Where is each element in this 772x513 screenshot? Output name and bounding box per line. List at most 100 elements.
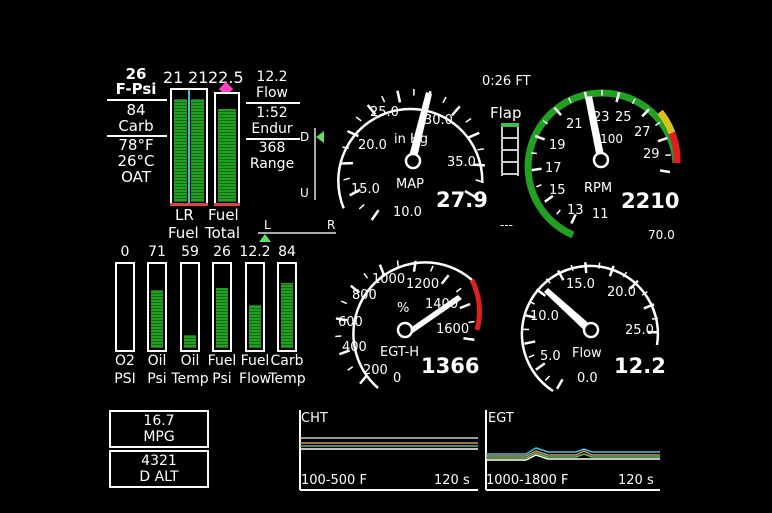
engine-bar-fill — [216, 287, 228, 348]
flow-tick-5: 5.0 — [540, 349, 561, 364]
rpm-tick-25: 25 — [615, 110, 632, 125]
map-value: 27.9 — [436, 188, 488, 212]
rpm-value: 2210 — [621, 189, 679, 213]
gauge-tick — [584, 262, 588, 274]
map-label: MAP — [396, 177, 424, 192]
gauge-tick — [412, 260, 417, 272]
engine-bar — [147, 262, 167, 352]
gauge-tick — [468, 320, 475, 324]
flow-tick-15: 15.0 — [566, 277, 595, 292]
engine-bar — [212, 262, 232, 352]
gauge-tick — [659, 169, 671, 174]
rpm-label: RPM — [584, 181, 612, 196]
gauge-tick — [556, 209, 561, 215]
map-gauge: 20.0 15.0 25.0 30.0 35.0 10.0 in Hg MAP … — [337, 88, 488, 221]
gauge-tick — [442, 96, 447, 104]
egt-tick-800: 800 — [352, 288, 377, 303]
gauge-tick — [475, 179, 483, 183]
egt-tick-1600: 1600 — [436, 322, 469, 337]
map-tick-10: 10.0 — [393, 205, 422, 220]
egt-trend-time: 120 s — [618, 473, 654, 488]
engine-bar-label: Carb — [270, 353, 304, 369]
rpm-tick-29: 29 — [643, 147, 660, 162]
gauge-tick — [455, 287, 462, 293]
engine-bar — [180, 262, 200, 352]
rpm-tick-15: 15 — [549, 183, 566, 198]
gauge-tick — [429, 265, 434, 272]
gauge-tick — [531, 152, 537, 155]
map-tick-35: 35.0 — [447, 155, 476, 170]
gauge-tick — [396, 260, 399, 267]
rpm-tick-19: 19 — [549, 138, 566, 153]
gauge-tick — [463, 336, 475, 341]
engine-bar-value: 0 — [120, 244, 130, 260]
gauge-tick — [370, 209, 380, 221]
gauge-tick — [465, 117, 472, 123]
gauge-tick — [536, 183, 542, 188]
engine-bar-fill — [151, 290, 163, 348]
egt-trend-range: 1000-1800 F — [486, 473, 569, 488]
egt-tick-400: 400 — [342, 340, 367, 355]
gauge-tick — [524, 340, 536, 345]
gauge-tick — [340, 300, 348, 305]
gauge-tick — [555, 378, 564, 390]
gauge-tick — [459, 302, 471, 310]
map-tick-20: 20.0 — [358, 138, 387, 153]
engine-bar-value: 26 — [213, 244, 231, 260]
flow-gauge: 0.0 5.0 10.0 15.0 20.0 25.0 Flow 12.2 — [520, 262, 666, 393]
engine-bar-label: Temp — [268, 371, 306, 387]
dalt-value: 4321 — [141, 453, 177, 469]
dalt-label: D ALT — [139, 469, 179, 485]
flow-tick-10: 10.0 — [530, 309, 559, 324]
rpm-tick-13: 13 — [567, 203, 584, 218]
egt-tick-600: 600 — [338, 315, 363, 330]
gauge-tick — [347, 366, 354, 371]
egt-tick-1000: 1000 — [372, 272, 405, 287]
engine-bar-fill — [184, 334, 196, 348]
mpg-box: 16.7 MPG — [109, 410, 209, 448]
rpm-sub-value: 70.0 — [648, 228, 675, 242]
gauge-tick — [358, 203, 365, 210]
mpg-label: MPG — [143, 429, 175, 445]
egt-value: 1366 — [421, 354, 479, 378]
egt-tick-200: 200 — [363, 363, 388, 378]
gauge-tick — [598, 262, 601, 269]
gauge-tick — [570, 264, 574, 271]
engine-bar-value: 71 — [148, 244, 166, 260]
gauge-tick — [363, 272, 369, 279]
flow-tick-0: 0.0 — [577, 371, 598, 386]
mpg-value: 16.7 — [143, 413, 175, 429]
cht-time: 120 s — [434, 473, 470, 488]
gauge-tick — [651, 317, 659, 320]
engine-bar-fill — [249, 304, 261, 348]
gauge-tick — [531, 167, 542, 172]
engine-bar — [115, 262, 135, 352]
rpm-tick-17: 17 — [545, 161, 562, 176]
gauge-tick — [535, 362, 546, 371]
rpm-needle — [585, 96, 605, 160]
gauge-tick — [467, 131, 480, 139]
gauge-tick — [343, 177, 351, 181]
dalt-box: 4321 D ALT — [109, 450, 209, 488]
flow-label: Flow — [572, 346, 602, 361]
egt-gauge: 0 200 400 600 800 1000 1200 1400 1600 % … — [335, 260, 482, 389]
gauge-tick — [535, 288, 547, 297]
gauge-tick — [396, 90, 402, 103]
engine-bar — [277, 262, 297, 352]
gauge-tick — [440, 274, 450, 285]
engine-bar — [245, 262, 265, 352]
rpm-tick-27: 27 — [634, 125, 651, 140]
cht-range: 100-500 F — [301, 473, 367, 488]
cht-title: CHT — [301, 411, 328, 426]
map-tick-25: 25.0 — [370, 105, 399, 120]
rpm-gauge: 13 11 15 17 19 21 23 25 27 29 x100 RPM 2… — [524, 89, 681, 242]
egt-unit: % — [397, 301, 409, 316]
flow-value: 12.2 — [614, 354, 666, 378]
flow-tick-20: 20.0 — [607, 285, 636, 300]
rpm-tick-11: 11 — [592, 207, 609, 222]
egt-tick-0: 0 — [393, 371, 401, 386]
gauge-tick — [355, 116, 362, 122]
engine-bar-value: 12.2 — [239, 244, 271, 260]
egt-label: EGT-H — [380, 345, 419, 360]
rpm-tick-21: 21 — [566, 117, 583, 132]
